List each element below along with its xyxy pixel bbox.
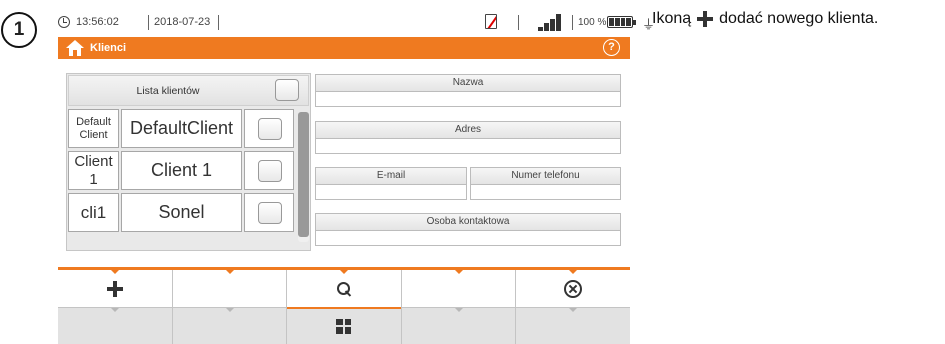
status-divider <box>572 15 573 30</box>
row-checkbox[interactable] <box>258 202 282 224</box>
battery-percent: 100 % <box>578 17 607 28</box>
battery-icon <box>607 16 636 28</box>
signal-icon <box>538 14 568 31</box>
client-list-header: Lista klientów <box>68 75 309 106</box>
toolbar-notch <box>569 270 578 274</box>
status-bar: 13:56:02 2018-07-23 100 % ⏚ <box>58 14 655 36</box>
toolbar-empty-button[interactable] <box>58 308 173 344</box>
menu-grid-button[interactable] <box>287 307 402 344</box>
select-all-checkbox[interactable] <box>275 79 299 101</box>
row-checkbox-cell <box>244 151 294 190</box>
toolbar-notch <box>111 308 119 312</box>
toolbar-notch <box>454 308 463 312</box>
toolbar-notch <box>340 270 349 274</box>
toolbar-notch <box>454 270 463 274</box>
plus-icon <box>696 10 714 28</box>
home-icon[interactable] <box>66 40 84 56</box>
toolbar-empty-button[interactable] <box>516 308 630 344</box>
phone-field[interactable] <box>470 185 621 200</box>
row-checkbox-cell <box>244 109 294 148</box>
clock-icon <box>58 16 70 28</box>
client-name: Sonel <box>121 193 242 232</box>
plus-icon <box>106 280 123 297</box>
row-checkbox-cell <box>244 193 294 232</box>
add-client-button[interactable] <box>58 270 173 307</box>
instruction-before: Ikoną <box>652 10 692 27</box>
client-name: DefaultClient <box>121 109 242 148</box>
contact-person-label: Osoba kontaktowa <box>315 213 621 231</box>
status-date: 2018-07-23 <box>154 16 211 28</box>
client-id: Default Client <box>68 109 119 148</box>
list-scrollbar[interactable] <box>298 112 309 242</box>
grid-icon <box>336 318 352 334</box>
instruction-after: dodać nowego klienta. <box>719 10 879 27</box>
scrollbar-thumb[interactable] <box>298 112 309 237</box>
client-list: Lista klientów Default Client DefaultCli… <box>66 73 311 251</box>
address-field[interactable] <box>315 139 621 154</box>
status-time: 13:56:02 <box>76 16 119 28</box>
email-label: E-mail <box>315 167 467 185</box>
step-number: 1 <box>1 12 37 48</box>
cancel-button[interactable] <box>516 270 630 307</box>
client-id: Client 1 <box>68 151 119 190</box>
row-checkbox[interactable] <box>258 118 282 140</box>
name-field[interactable] <box>315 92 621 107</box>
phone-label: Numer telefonu <box>470 167 621 185</box>
title-bar: Klienci ? <box>58 37 630 59</box>
toolbar-empty-button[interactable] <box>402 308 517 344</box>
search-icon <box>336 281 352 297</box>
toolbar-empty-button[interactable] <box>173 270 288 307</box>
toolbar-notch <box>225 270 234 274</box>
email-field[interactable] <box>315 185 467 200</box>
status-divider <box>518 15 519 30</box>
status-divider <box>218 15 219 30</box>
toolbar-notch <box>225 308 234 312</box>
client-list-title: Lista klientów <box>136 85 200 97</box>
toolbar-notch <box>111 270 119 274</box>
no-sim-icon <box>485 14 497 29</box>
contact-person-field[interactable] <box>315 231 621 246</box>
toolbar-empty-button[interactable] <box>402 270 517 307</box>
search-button[interactable] <box>287 270 402 307</box>
row-checkbox[interactable] <box>258 160 282 182</box>
page-title: Klienci <box>90 42 127 54</box>
plug-icon: ⏚ <box>642 17 656 32</box>
client-id: cli1 <box>68 193 119 232</box>
device-screen: Klienci ? Lista klientów Default Client … <box>58 37 630 344</box>
close-circle-icon <box>564 279 583 298</box>
client-name: Client 1 <box>121 151 242 190</box>
table-row[interactable]: Default Client DefaultClient <box>68 109 294 148</box>
table-row[interactable]: cli1 Sonel <box>68 193 294 232</box>
toolbar-primary <box>58 267 630 307</box>
instruction-text: Ikoną dodać nowego klienta. <box>652 10 878 28</box>
toolbar-empty-button[interactable] <box>173 308 288 344</box>
help-icon[interactable]: ? <box>603 39 620 56</box>
name-label: Nazwa <box>315 74 621 92</box>
toolbar-secondary <box>58 307 630 344</box>
toolbar-notch <box>569 308 578 312</box>
table-row[interactable]: Client 1 Client 1 <box>68 151 294 190</box>
address-label: Adres <box>315 121 621 139</box>
status-divider <box>148 15 149 30</box>
active-indicator <box>287 307 401 309</box>
